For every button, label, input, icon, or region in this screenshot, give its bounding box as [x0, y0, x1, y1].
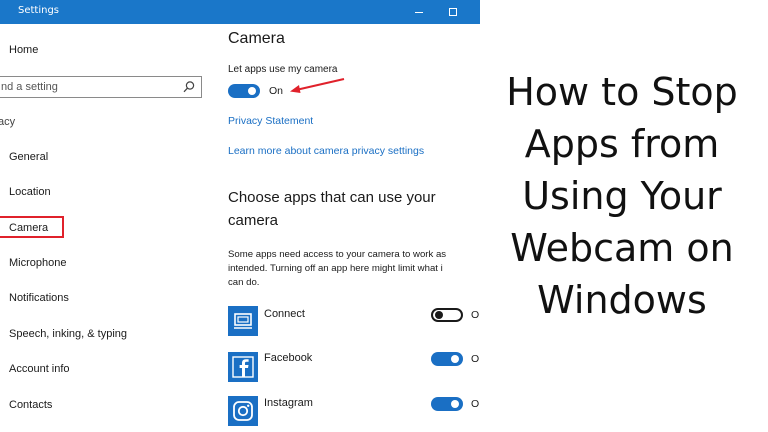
page-title: Camera: [228, 30, 285, 47]
minimize-icon: [415, 11, 423, 13]
sidebar-item-speech[interactable]: Speech, inking, & typing: [9, 328, 127, 340]
description-line3: can do.: [228, 277, 260, 288]
choose-apps-heading-line2: camera: [228, 212, 279, 229]
connect-state: O: [471, 309, 480, 321]
search-input[interactable]: [0, 77, 175, 97]
allow-camera-toggle[interactable]: [228, 84, 260, 98]
privacy-statement-link[interactable]: Privacy Statement: [228, 115, 313, 127]
app-name-connect: Connect: [264, 308, 305, 320]
sidebar-item-account-info[interactable]: Account info: [9, 363, 70, 375]
sidebar-section-privacy: acy: [0, 116, 16, 128]
maximize-icon: [449, 8, 457, 16]
window-title: Settings: [18, 5, 60, 16]
headline-line: How to Stop: [506, 70, 738, 114]
allow-camera-label: Let apps use my camera: [228, 64, 338, 75]
search-icon[interactable]: [182, 80, 196, 94]
choose-apps-heading-line1: Choose apps that can use your: [228, 189, 436, 206]
toggle-knob: [451, 400, 459, 408]
instagram-icon: [228, 396, 258, 426]
sidebar-item-notifications[interactable]: Notifications: [9, 292, 69, 304]
toggle-knob: [451, 355, 459, 363]
facebook-toggle[interactable]: [431, 352, 463, 366]
headline-line: Using Your: [522, 174, 722, 218]
sidebar-home[interactable]: Home: [9, 44, 38, 56]
toggle-knob: [435, 311, 443, 319]
headline-line: Apps from: [524, 122, 720, 166]
connect-toggle[interactable]: [431, 308, 463, 322]
description-line2: intended. Turning off an app here might …: [228, 263, 443, 274]
description-line1: Some apps need access to your camera to …: [228, 249, 447, 260]
article-headline: How to Stop Apps from Using Your Webcam …: [486, 66, 758, 326]
minimize-button[interactable]: [402, 0, 436, 24]
search-box[interactable]: [0, 76, 202, 98]
connect-icon: [228, 306, 258, 336]
sidebar-item-camera[interactable]: Camera: [9, 222, 48, 234]
app-name-instagram: Instagram: [264, 397, 313, 409]
toggle-knob: [248, 87, 256, 95]
sidebar-item-general[interactable]: General: [9, 151, 48, 163]
settings-window: Settings Home acy General Location Camer…: [0, 0, 480, 432]
maximize-button[interactable]: [436, 0, 470, 24]
instagram-state: O: [471, 398, 480, 410]
sidebar-item-location[interactable]: Location: [9, 186, 51, 198]
red-arrow-icon: [290, 78, 345, 93]
sidebar-item-contacts[interactable]: Contacts: [9, 399, 52, 411]
sidebar-item-microphone[interactable]: Microphone: [9, 257, 66, 269]
instagram-toggle[interactable]: [431, 397, 463, 411]
headline-line: Windows: [537, 278, 707, 322]
facebook-icon: [228, 352, 258, 382]
camera-settings-panel: Camera Let apps use my camera On Privacy…: [228, 24, 480, 432]
learn-more-link[interactable]: Learn more about camera privacy settings: [228, 145, 424, 157]
sidebar: Home acy General Location Camera Microph…: [0, 24, 210, 432]
allow-camera-state: On: [269, 85, 284, 97]
headline-line: Webcam on: [510, 226, 734, 270]
facebook-state: O: [471, 353, 480, 365]
app-name-facebook: Facebook: [264, 352, 313, 364]
title-bar[interactable]: Settings: [0, 0, 480, 24]
